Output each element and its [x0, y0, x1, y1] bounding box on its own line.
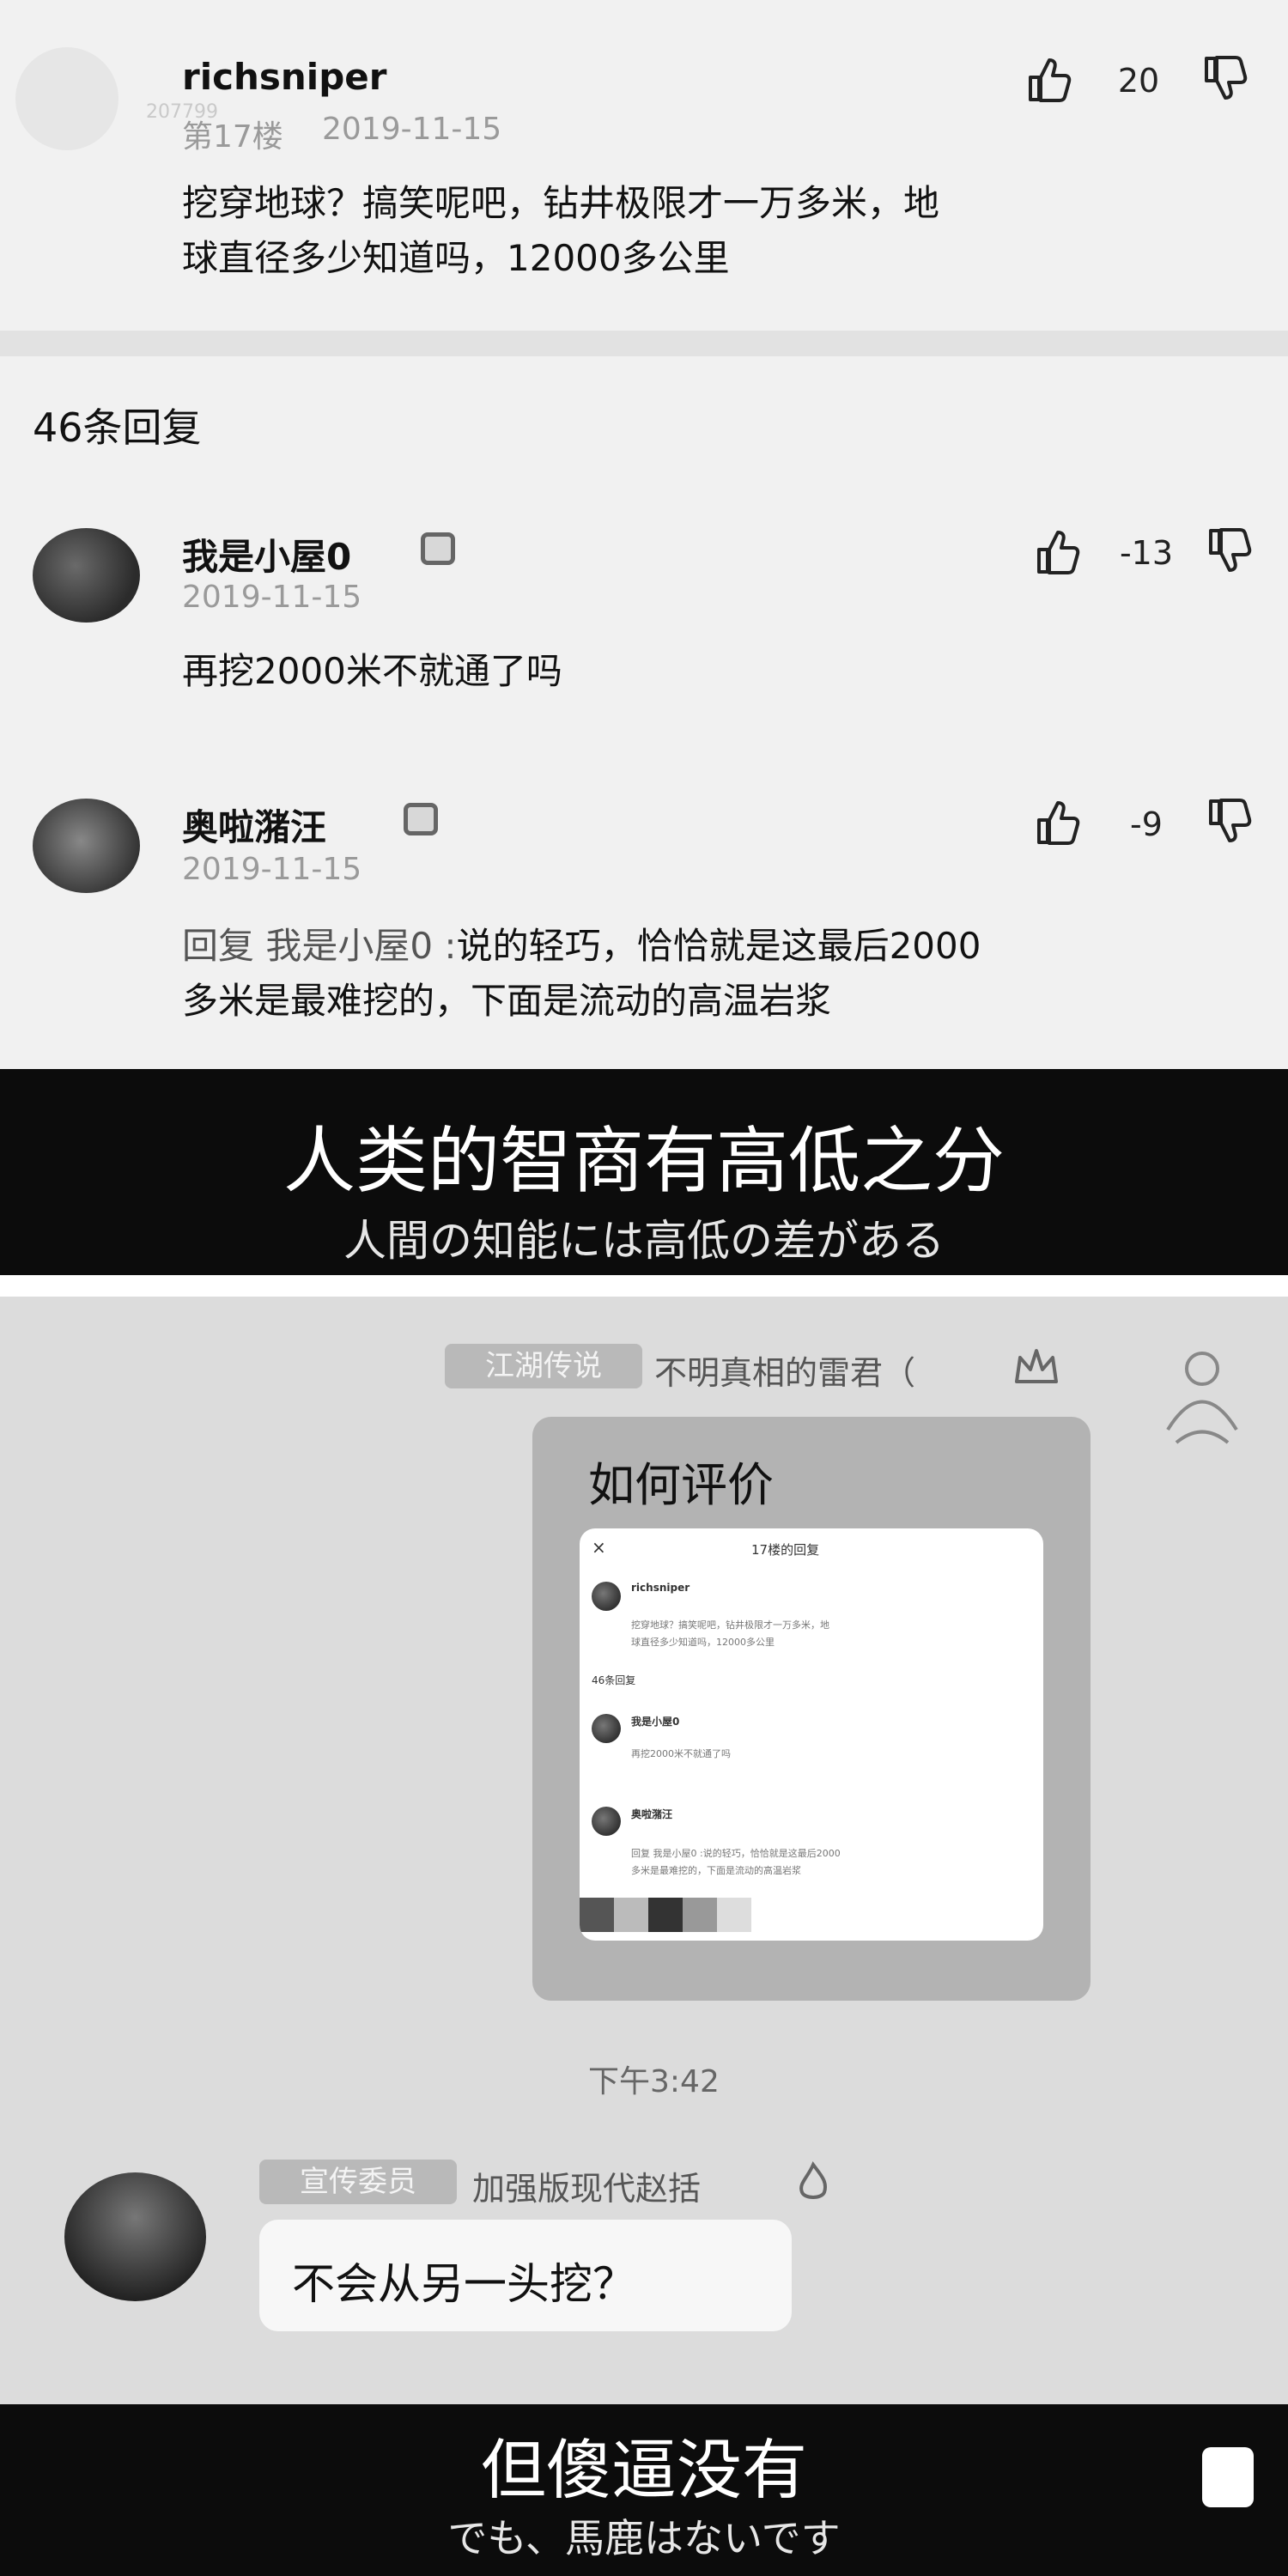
timestamp: 下午3:42 [588, 2064, 720, 2099]
bottom-chat-screenshot: 江湖传说 不明真相的雷君（ 如何评价 × 17楼的回复 richsniper 挖… [0, 1297, 1288, 2576]
level-badge-icon [404, 803, 438, 835]
sender-name: 不明真相的雷君（ [654, 1354, 916, 1392]
avatar[interactable] [33, 799, 140, 893]
mini-reply-line2: 多米是最难挖的，下面是流动的高温岩浆 [631, 1865, 801, 1876]
reply-text-line1: 说的轻巧，恰恰就是这最后2000 [456, 925, 981, 967]
subtitle-band: 但傻逼没有 でも、馬鹿はないです [0, 2404, 1288, 2576]
mini-comment-line2: 球直径多少知道吗，12000多公里 [631, 1637, 775, 1648]
corner-logo-icon [1202, 2447, 1254, 2507]
avatar [592, 1582, 621, 1611]
message-text: 如何评价 [588, 1458, 774, 1512]
top-comment-screenshot: richsniper 207799 第17楼 2019-11-15 20 挖穿地… [0, 0, 1288, 1275]
subtitle-japanese: でも、馬鹿はないです [447, 2515, 841, 2561]
subtitle-band: 人类的智商有高低之分 人間の知能には高低の差がある [0, 1069, 1288, 1275]
thumbs-up-icon[interactable] [1022, 52, 1077, 106]
reply-date: 2019-11-15 [182, 580, 362, 615]
avatar[interactable] [1142, 1340, 1262, 1451]
avatar[interactable] [64, 2172, 206, 2301]
mini-username: richsniper [631, 1582, 690, 1594]
avatar [592, 1714, 621, 1743]
comment-text-line2: 球直径多少知道吗，12000多公里 [182, 237, 730, 279]
thumbs-down-icon[interactable] [1202, 794, 1257, 849]
mini-title: 17楼的回复 [751, 1542, 820, 1558]
sender-name: 加强版现代赵括 [472, 2170, 702, 2208]
crown-icon [1015, 1349, 1058, 1383]
level-badge-icon [421, 532, 455, 565]
mini-comment-line1: 挖穿地球？搞笑呢吧，钻井极限才一万多米，地 [631, 1619, 829, 1631]
mini-reply-username: 我是小屋0 [631, 1716, 680, 1728]
mini-reply-username: 奥啦潴汪 [631, 1808, 673, 1820]
divider [0, 331, 1288, 356]
comment-date: 2019-11-15 [322, 112, 502, 147]
subtitle-japanese: 人間の知能には高低の差がある [343, 1216, 945, 1266]
mosaic-redaction [580, 1889, 786, 1941]
mini-reply-line1: 回复 我是小屋0 :说的轻巧，恰恰就是这最后2000 [631, 1848, 841, 1859]
member-title-tag: 宣传委员 [259, 2160, 457, 2204]
reply-username[interactable]: 我是小屋0 [182, 528, 351, 580]
reply-text-line2: 多米是最难挖的，下面是流动的高温岩浆 [182, 980, 832, 1022]
comment-text-line1: 挖穿地球？搞笑呢吧，钻井极限才一万多米，地 [182, 182, 940, 224]
shared-screenshot[interactable]: × 17楼的回复 richsniper 挖穿地球？搞笑呢吧，钻井极限才一万多米，… [580, 1528, 1043, 1941]
reply-date: 2019-11-15 [182, 852, 362, 887]
thumbs-up-icon[interactable] [1030, 524, 1085, 579]
like-count: -13 [1119, 534, 1174, 572]
flame-icon [799, 2161, 827, 2199]
like-count: 20 [1117, 62, 1160, 100]
like-count: -9 [1130, 805, 1163, 843]
avatar [592, 1807, 621, 1836]
thumbs-down-icon[interactable] [1198, 52, 1253, 106]
comment-username[interactable]: richsniper [182, 56, 386, 98]
comment-floor: 第17楼 [182, 119, 283, 155]
thumbs-down-icon[interactable] [1202, 524, 1257, 579]
reply-username[interactable]: 奥啦潴汪 [182, 799, 326, 851]
mini-reply-text: 再挖2000米不就通了吗 [631, 1748, 731, 1759]
subtitle-chinese: 但傻逼没有 [481, 2432, 807, 2508]
subtitle-chinese: 人类的智商有高低之分 [283, 1119, 1005, 1203]
message-text: 不会从另一头挖？ [292, 2259, 635, 2309]
avatar[interactable] [33, 528, 140, 623]
close-icon: × [592, 1537, 606, 1558]
replies-header: 46条回复 [33, 404, 202, 451]
reply-prefix: 回复 我是小屋0 : [182, 925, 457, 967]
member-title-tag: 江湖传说 [445, 1344, 642, 1388]
thumbs-up-icon[interactable] [1030, 794, 1085, 849]
mini-replies-header: 46条回复 [592, 1674, 636, 1686]
reply-text: 再挖2000米不就通了吗 [182, 650, 562, 692]
avatar[interactable] [15, 47, 118, 150]
